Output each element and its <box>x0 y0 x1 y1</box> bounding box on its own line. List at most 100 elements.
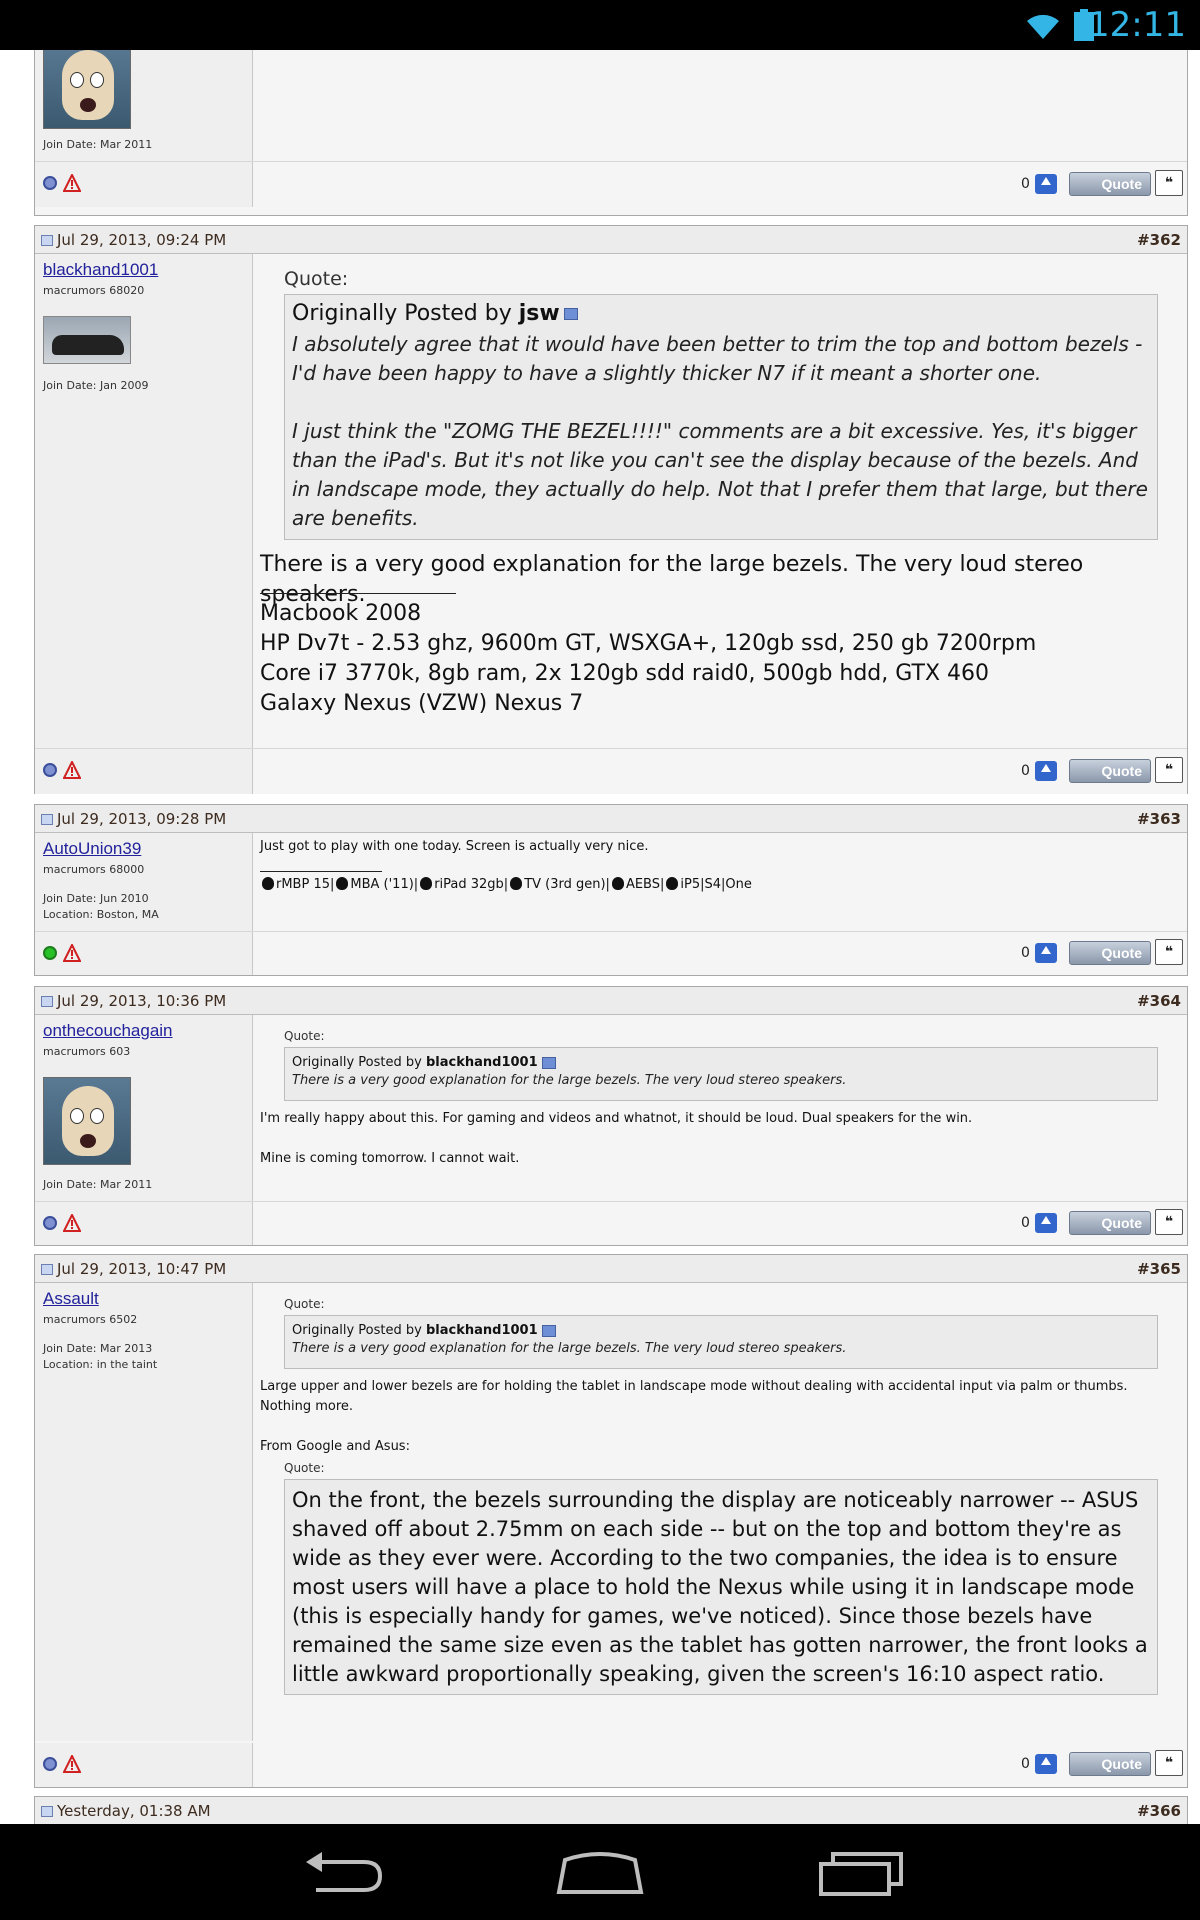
signature-divider <box>260 871 382 872</box>
view-post-icon[interactable] <box>541 1056 556 1069</box>
post-number[interactable]: #364 <box>1137 992 1181 1010</box>
post-date: Jul 29, 2013, 09:28 PM <box>57 810 227 828</box>
quote-button[interactable]: Quote <box>1069 1752 1151 1776</box>
post-message <box>254 50 1187 161</box>
offline-status-icon <box>43 763 57 777</box>
post-message: Quote: Originally Posted by blackhand100… <box>254 1015 1187 1201</box>
report-post-icon[interactable] <box>63 174 81 192</box>
signature-item: rMBP 15| <box>276 877 335 892</box>
post-status-icon <box>41 814 53 825</box>
multi-quote-button[interactable]: ❝ <box>1155 757 1183 783</box>
post-status-icon <box>41 235 53 246</box>
post-footer: 0 Quote ❝ <box>35 1201 1187 1245</box>
report-post-icon[interactable] <box>63 1214 81 1232</box>
multi-quote-button[interactable]: ❝ <box>1155 1209 1183 1235</box>
back-icon[interactable] <box>288 1846 398 1898</box>
signature-item: riPad 32gb| <box>434 877 509 892</box>
message-text: Just got to play with one today. Screen … <box>260 839 649 854</box>
post-sidebar: blackhand1001 macrumors 68020 Join Date:… <box>35 254 253 748</box>
report-post-icon[interactable] <box>63 1755 81 1773</box>
multi-quote-button[interactable]: ❝ <box>1155 1750 1183 1776</box>
view-post-icon[interactable] <box>563 308 578 320</box>
quote-box: On the front, the bezels surrounding the… <box>284 1479 1158 1695</box>
signature-line: Core i7 3770k, 8gb ram, 2x 120gb sdd rai… <box>260 661 990 686</box>
post-number[interactable]: #362 <box>1137 231 1181 249</box>
quote-prefix: Originally Posted by <box>292 1055 426 1070</box>
upvote-button[interactable] <box>1035 1213 1057 1233</box>
quote-button[interactable]: Quote <box>1069 941 1151 965</box>
message-text: From Google and Asus: <box>260 1439 410 1454</box>
apple-icon <box>262 877 274 890</box>
post-status-icon <box>41 1264 53 1275</box>
upvote-button[interactable] <box>1035 761 1057 781</box>
signature-line: Macbook 2008 <box>260 601 422 626</box>
quote-button[interactable]: Quote <box>1069 172 1151 196</box>
avatar[interactable] <box>43 50 131 129</box>
offline-status-icon <box>43 1757 57 1771</box>
username-link[interactable]: blackhand1001 <box>43 260 158 280</box>
thread-content[interactable]: Join Date: Mar 2011 0 Quote ❝ Jul 29, 20… <box>0 50 1200 1824</box>
username-link[interactable]: AutoUnion39 <box>43 839 141 859</box>
post-number[interactable]: #365 <box>1137 1260 1181 1278</box>
upvote-button[interactable] <box>1035 174 1057 194</box>
multi-quote-button[interactable]: ❝ <box>1155 170 1183 196</box>
recent-apps-icon[interactable] <box>805 1846 915 1898</box>
navigation-bar <box>0 1824 1200 1920</box>
avatar[interactable] <box>43 316 131 364</box>
post-message: Just got to play with one today. Screen … <box>254 833 1187 931</box>
quote-prefix: Originally Posted by <box>292 1323 426 1338</box>
view-post-icon[interactable] <box>541 1324 556 1337</box>
message-text: Mine is coming tomorrow. I cannot wait. <box>260 1151 520 1166</box>
report-post-icon[interactable] <box>63 944 81 962</box>
quote-button[interactable]: Quote <box>1069 1211 1151 1235</box>
post-status-icon <box>41 996 53 1007</box>
user-location: Location: Boston, MA <box>43 908 159 921</box>
join-date: Join Date: Mar 2011 <box>43 1178 153 1191</box>
message-text: Large upper and lower bezels are for hol… <box>260 1379 1128 1414</box>
user-rank: macrumors 68020 <box>43 284 145 297</box>
signature-item: TV (3rd gen)| <box>524 877 610 892</box>
multi-quote-button[interactable]: ❝ <box>1155 939 1183 965</box>
apple-icon <box>666 877 679 890</box>
post-date: Yesterday, 01:38 AM <box>57 1802 211 1820</box>
post-status-icon <box>41 1806 53 1817</box>
report-post-icon[interactable] <box>63 761 81 779</box>
quote-button[interactable]: Quote <box>1069 759 1151 783</box>
post-361: Join Date: Mar 2011 0 Quote ❝ <box>34 50 1188 216</box>
join-date: Join Date: Jun 2010 <box>43 892 149 905</box>
quote-box: Originally Posted by blackhand1001 There… <box>284 1047 1158 1101</box>
post-sidebar: Assault macrumors 6502 Join Date: Mar 20… <box>35 1283 253 1741</box>
apple-icon <box>510 877 523 890</box>
user-location: Location: in the taint <box>43 1358 158 1371</box>
post-header: Jul 29, 2013, 09:24 PM #362 <box>35 226 1187 254</box>
post-date: Jul 29, 2013, 09:24 PM <box>57 231 227 249</box>
signature-item: iP5|S4|One <box>680 877 752 892</box>
online-status-icon <box>43 946 57 960</box>
user-rank: macrumors 603 <box>43 1045 131 1058</box>
vote-count: 0 <box>1021 1756 1030 1772</box>
signature: rMBP 15| MBA ('11)| riPad 32gb| TV (3rd gen… <box>260 877 752 892</box>
username-link[interactable]: onthecouchagain <box>43 1021 173 1041</box>
username-link[interactable]: Assault <box>43 1289 99 1309</box>
quote-box: Originally Posted by jsw I absolutely ag… <box>284 294 1158 540</box>
apple-icon <box>336 877 349 890</box>
quote-text: On the front, the bezels surrounding the… <box>292 1488 1148 1686</box>
user-rank: macrumors 6502 <box>43 1313 138 1326</box>
join-date: Join Date: Mar 2011 <box>43 138 153 151</box>
home-icon[interactable] <box>545 1846 655 1898</box>
post-message: Quote: Originally Posted by jsw I absolu… <box>254 254 1187 748</box>
post-number[interactable]: #363 <box>1137 810 1181 828</box>
avatar[interactable] <box>43 1077 131 1165</box>
vote-count: 0 <box>1021 945 1030 961</box>
post-number[interactable]: #366 <box>1137 1802 1181 1820</box>
vote-count: 0 <box>1021 176 1030 192</box>
post-header: Jul 29, 2013, 10:47 PM #365 <box>35 1255 1187 1283</box>
upvote-button[interactable] <box>1035 1754 1057 1774</box>
signature-divider <box>260 593 456 594</box>
post-363: Jul 29, 2013, 09:28 PM #363 AutoUnion39 … <box>34 804 1188 976</box>
post-message: Quote: Originally Posted by blackhand100… <box>254 1283 1187 1741</box>
post-sidebar: onthecouchagain macrumors 603 Join Date:… <box>35 1015 253 1201</box>
upvote-button[interactable] <box>1035 943 1057 963</box>
signature-item: MBA ('11)| <box>350 877 419 892</box>
post-header: Yesterday, 01:38 AM #366 <box>35 1797 1187 1824</box>
